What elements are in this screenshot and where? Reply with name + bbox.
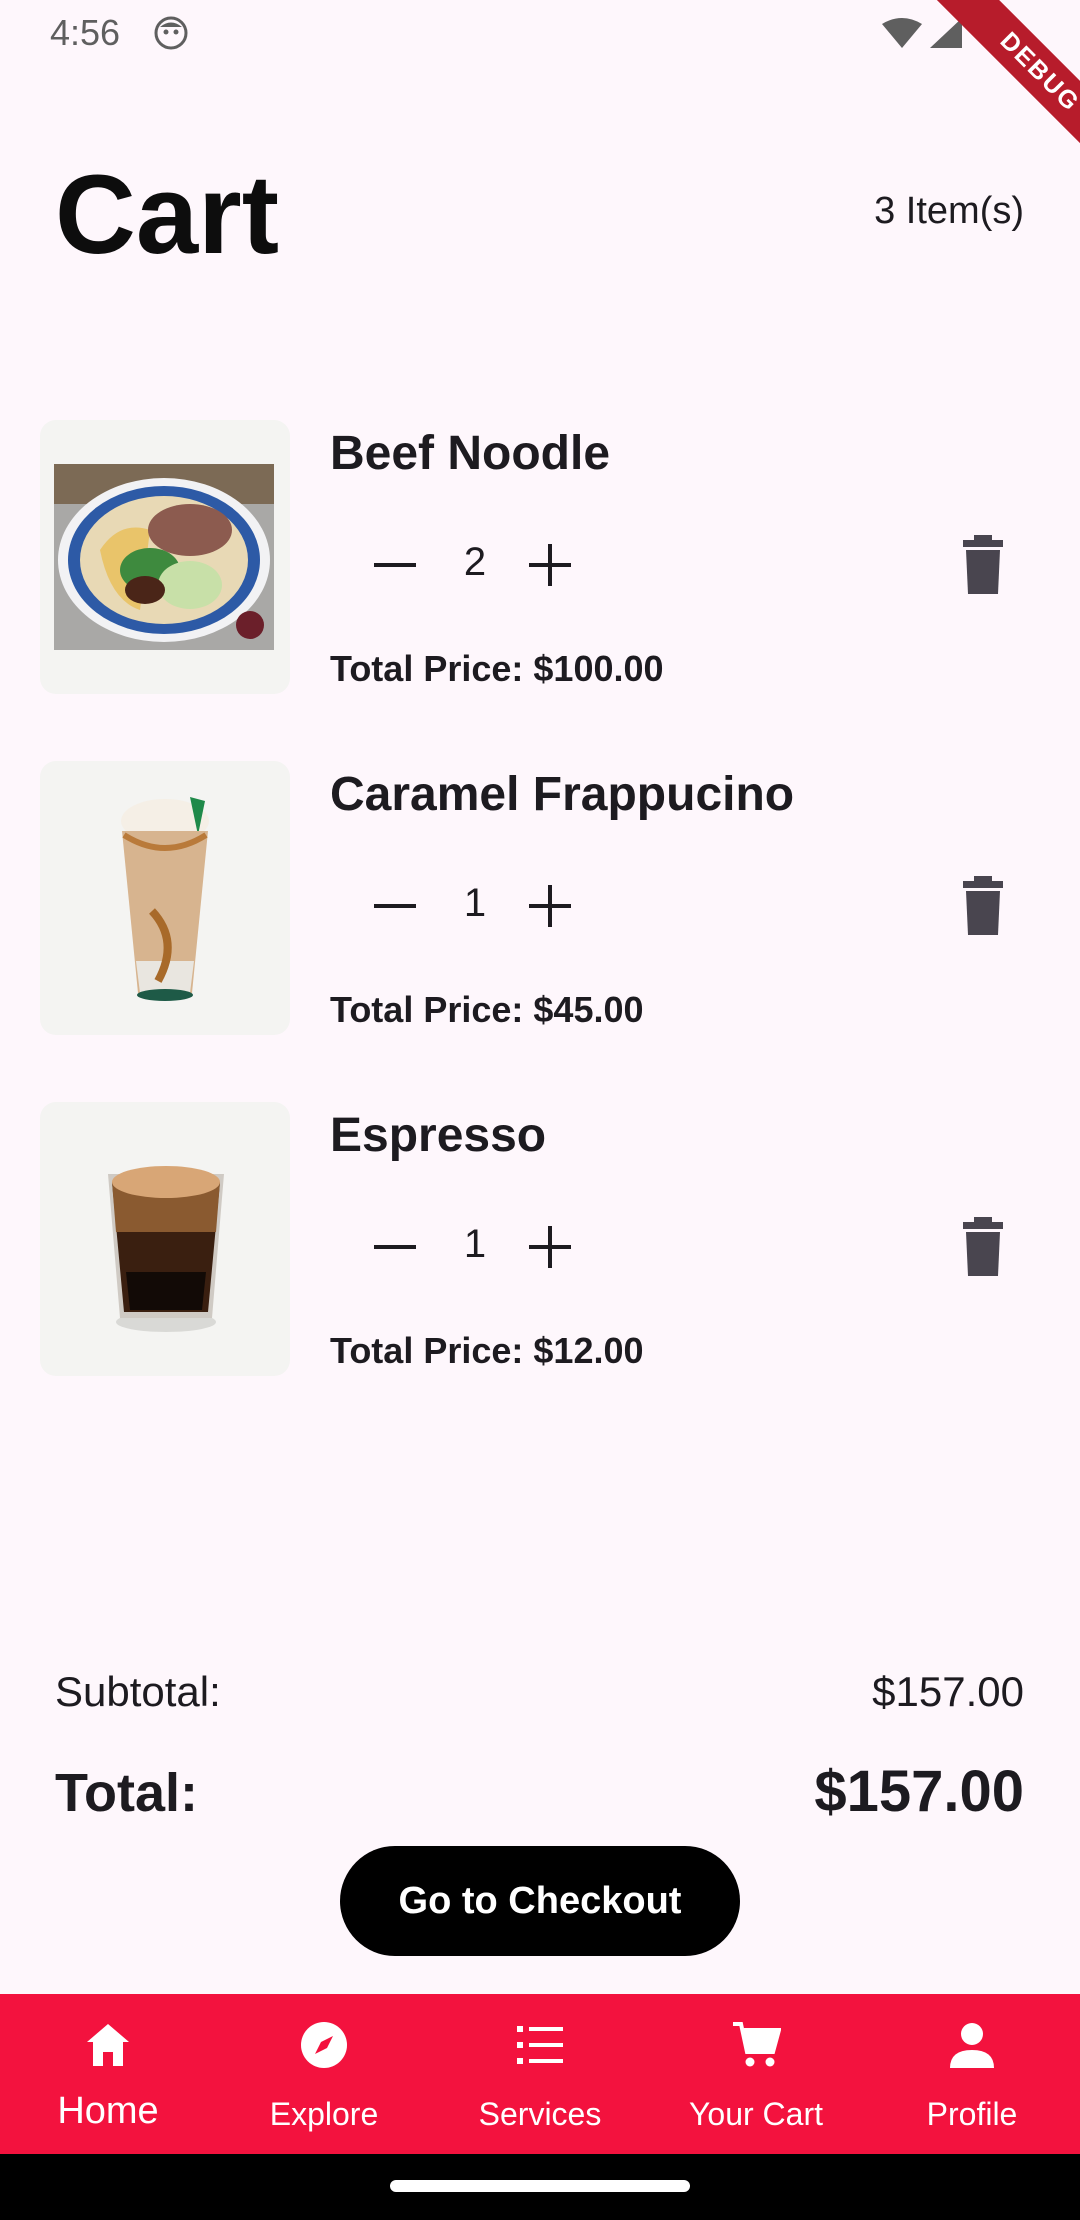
quantity-stepper: 1 — [330, 871, 1030, 941]
subtotal-value: $157.00 — [872, 1668, 1024, 1715]
compass-icon — [301, 2022, 347, 2068]
decrease-quantity-button[interactable] — [360, 871, 430, 941]
checkout-button[interactable]: Go to Checkout — [340, 1846, 740, 1956]
quantity-value: 2 — [463, 540, 487, 584]
quantity-stepper: 2 — [330, 530, 1030, 600]
quantity-value: 1 — [463, 1222, 487, 1266]
subtotal-label: Subtotal: — [55, 1668, 221, 1715]
item-name: Beef Noodle — [330, 427, 611, 480]
bottom-navigation: Home Explore Services Your Cart Profile — [0, 1994, 1080, 2154]
home-gesture-handle[interactable] — [390, 2180, 690, 2192]
quantity-value: 1 — [463, 881, 487, 925]
home-icon — [87, 2024, 129, 2066]
cart-item: Beef Noodle 2 Total Price: $100.00 — [0, 420, 1080, 700]
increase-quantity-button[interactable] — [515, 871, 585, 941]
trash-icon — [963, 535, 1003, 594]
page-title: Cart — [55, 152, 280, 277]
item-name: Espresso — [330, 1109, 547, 1162]
item-name: Caramel Frappucino — [330, 768, 795, 821]
cart-item: Espresso 1 Total Price: $12.00 — [0, 1102, 1080, 1382]
delete-item-button[interactable] — [950, 873, 1016, 939]
beef-noodle-image — [40, 420, 290, 694]
quantity-stepper: 1 — [330, 1212, 1030, 1282]
increase-quantity-button[interactable] — [515, 530, 585, 600]
espresso-image — [40, 1102, 290, 1376]
delete-item-button[interactable] — [950, 532, 1016, 598]
decrease-quantity-button[interactable] — [360, 1212, 430, 1282]
trash-icon — [963, 876, 1003, 935]
item-total-price: Total Price: $45.00 — [330, 989, 644, 1030]
caramel-frappucino-image — [40, 761, 290, 1035]
status-time: 4:56 — [50, 12, 121, 53]
nav-item-your-cart[interactable]: Your Cart — [648, 1994, 864, 2154]
increase-quantity-button[interactable] — [515, 1212, 585, 1282]
cart-item: Caramel Frappucino 1 Total Price: $45.00 — [0, 761, 1080, 1041]
cart-icon — [733, 2022, 781, 2067]
app-notification-icon — [154, 16, 188, 50]
debug-banner: DEBUG — [900, 0, 1080, 180]
item-total-price: Total Price: $12.00 — [330, 1330, 644, 1371]
nav-item-explore[interactable]: Explore — [216, 1994, 432, 2154]
item-total-price: Total Price: $100.00 — [330, 648, 664, 689]
system-gesture-bar — [0, 2154, 1080, 2220]
delete-item-button[interactable] — [950, 1214, 1016, 1280]
trash-icon — [963, 1217, 1003, 1276]
item-count: 3 Item(s) — [874, 190, 1024, 232]
person-icon — [950, 2023, 994, 2068]
list-icon — [517, 2026, 563, 2064]
total-value: $157.00 — [814, 1759, 1024, 1824]
decrease-quantity-button[interactable] — [360, 530, 430, 600]
nav-item-services[interactable]: Services — [432, 1994, 648, 2154]
nav-item-profile[interactable]: Profile — [864, 1994, 1080, 2154]
total-label: Total: — [55, 1763, 198, 1823]
nav-item-home[interactable]: Home — [0, 1994, 216, 2154]
